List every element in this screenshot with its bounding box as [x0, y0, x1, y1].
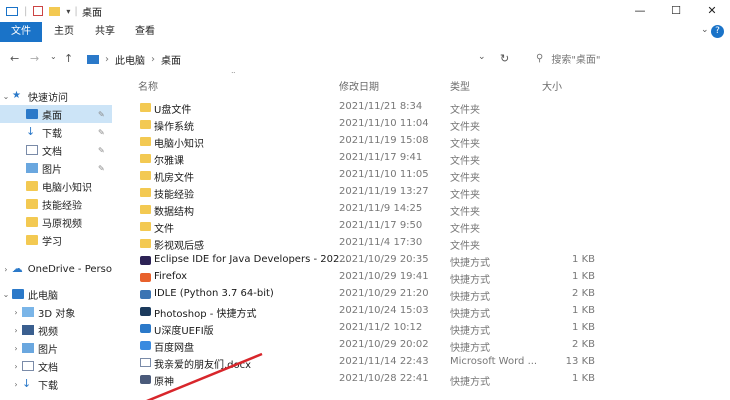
this-pc-icon [12, 289, 24, 299]
download-icon: ↓ [22, 377, 32, 390]
nav-item-folder[interactable]: 学习 [0, 231, 112, 249]
pin-icon[interactable]: ✎ [98, 164, 105, 173]
refresh-icon[interactable]: ↻ [500, 52, 509, 65]
annotation-arrow [146, 352, 263, 400]
nav-item-folder[interactable]: 马原视频 [0, 213, 112, 231]
search-icon: ⚲ [536, 52, 544, 64]
tab-view[interactable]: 查看 [131, 22, 159, 42]
chevron-down-icon[interactable]: ⌄ [0, 92, 12, 101]
nav-this-pc[interactable]: ⌄ 此电脑 [0, 285, 112, 303]
recent-locations-chevron-icon[interactable]: ⌄ [50, 52, 57, 61]
chevron-right-icon[interactable]: › [10, 362, 22, 371]
title-bar: | ▾ | 桌面 — ☐ ✕ [0, 0, 730, 22]
tab-share[interactable]: 共享 [91, 22, 119, 42]
desktop-icon [26, 109, 38, 119]
minimize-button[interactable]: — [622, 2, 658, 20]
nav-item-pictures[interactable]: › 图片 [0, 339, 112, 357]
properties-icon[interactable] [33, 6, 44, 16]
search-input[interactable]: 搜索"桌面" [551, 51, 600, 66]
breadcrumb-desktop[interactable]: 桌面 [161, 52, 181, 67]
nav-item-desktop[interactable]: 桌面 ✎ [0, 105, 112, 123]
nav-onedrive[interactable]: › ☁ OneDrive - Perso [0, 260, 112, 278]
nav-label: 文档 [42, 146, 62, 158]
picture-icon [26, 163, 38, 173]
nav-label: 桌面 [42, 110, 62, 122]
nav-item-documents[interactable]: 文档 ✎ [0, 141, 112, 159]
pin-icon[interactable]: ✎ [98, 110, 105, 119]
nav-item-video[interactable]: › 视频 [0, 321, 112, 339]
nav-label: 马原视频 [42, 218, 82, 230]
window-icon[interactable] [6, 6, 18, 16]
nav-item-folder[interactable]: 电脑小知识 [0, 177, 112, 195]
window-title: 桌面 [82, 8, 102, 19]
nav-label: OneDrive - Perso [27, 263, 112, 275]
customize-chevron-icon[interactable]: ▾ [66, 7, 70, 16]
pin-icon[interactable]: ✎ [98, 146, 105, 155]
nav-label: 下载 [38, 380, 58, 392]
chevron-right-icon[interactable]: › [10, 344, 22, 353]
chevron-right-icon[interactable]: › [10, 308, 22, 317]
tab-home[interactable]: 主页 [50, 22, 78, 42]
ribbon: 文件 主页 共享 查看 ⌄ [0, 22, 730, 42]
folder-icon [26, 235, 38, 245]
nav-label: 学习 [42, 236, 62, 248]
nav-item-downloads[interactable]: ↓ 下载 ✎ [0, 123, 112, 141]
cloud-icon: ☁ [11, 262, 23, 275]
nav-label: 下载 [42, 128, 62, 140]
help-button[interactable]: ? [711, 25, 724, 38]
folder-icon [26, 181, 38, 191]
picture-icon [22, 343, 34, 353]
chevron-right-icon[interactable]: › [10, 326, 22, 335]
quick-access-toolbar: | ▾ | [6, 4, 78, 18]
folder-icon [26, 217, 38, 227]
separator: | [24, 5, 28, 17]
navigation-pane: ⌄ ★ 快速访问 桌面 ✎ ↓ 下载 ✎ 文档 ✎ 图片 ✎ 电脑小知识 技能经… [0, 78, 112, 400]
address-row: ← → ⌄ ↑ › 此电脑 › 桌面 ⌄ ↻ ⚲ 搜索"桌面" [0, 44, 730, 72]
maximize-button[interactable]: ☐ [658, 2, 694, 20]
chevron-right-icon[interactable]: › [10, 380, 22, 389]
up-arrow-icon[interactable]: ↑ [64, 52, 73, 65]
nav-item-3d-objects[interactable]: › 3D 对象 [0, 303, 112, 321]
nav-label: 电脑小知识 [42, 182, 92, 194]
back-arrow-icon[interactable]: ← [10, 52, 19, 65]
chevron-down-icon[interactable]: ⌄ [0, 290, 12, 299]
nav-item-pictures[interactable]: 图片 ✎ [0, 159, 112, 177]
chevron-right-icon[interactable]: › [0, 265, 12, 274]
address-bar[interactable]: › 此电脑 › 桌面 [84, 48, 523, 70]
nav-label: 图片 [38, 344, 58, 356]
pin-icon[interactable]: ✎ [98, 128, 105, 137]
folder-icon [26, 199, 38, 209]
nav-item-folder[interactable]: 技能经验 [0, 195, 112, 213]
star-icon: ★ [12, 90, 21, 101]
nav-label: 快速访问 [28, 92, 68, 104]
separator: | [74, 5, 78, 17]
nav-quick-access[interactable]: ⌄ ★ 快速访问 [0, 87, 112, 105]
nav-item-documents[interactable]: › 文档 [0, 357, 112, 375]
this-pc-icon [87, 54, 99, 64]
nav-label: 此电脑 [28, 290, 58, 302]
nav-label: 图片 [42, 164, 62, 176]
breadcrumb-separator-icon: › [151, 53, 155, 65]
breadcrumb-this-pc[interactable]: 此电脑 [115, 52, 145, 67]
breadcrumb-separator-icon: › [105, 53, 109, 65]
tab-file[interactable]: 文件 [0, 22, 42, 42]
close-button[interactable]: ✕ [694, 2, 730, 20]
document-icon [22, 361, 34, 371]
video-icon [22, 325, 34, 335]
annotation-line [146, 352, 263, 400]
nav-label: 技能经验 [42, 200, 82, 212]
address-dropdown-icon[interactable]: ⌄ [478, 52, 486, 62]
nav-label: 3D 对象 [38, 308, 76, 320]
file-list: ⌃ 名称 修改日期 类型 大小 U盘文件 2021/11/21 8:34 文件夹 操作… [130, 72, 730, 400]
expand-ribbon-icon[interactable]: ⌄ [701, 25, 709, 35]
forward-arrow-icon[interactable]: → [30, 52, 39, 65]
nav-label: 视频 [38, 326, 58, 338]
document-icon [26, 145, 38, 155]
new-folder-icon[interactable] [49, 6, 61, 16]
nav-item-downloads[interactable]: › ↓ 下载 [0, 375, 112, 393]
download-icon: ↓ [26, 125, 36, 138]
3d-objects-icon [22, 307, 34, 317]
nav-label: 文档 [38, 362, 58, 374]
search-box[interactable]: ⚲ 搜索"桌面" [530, 48, 720, 68]
